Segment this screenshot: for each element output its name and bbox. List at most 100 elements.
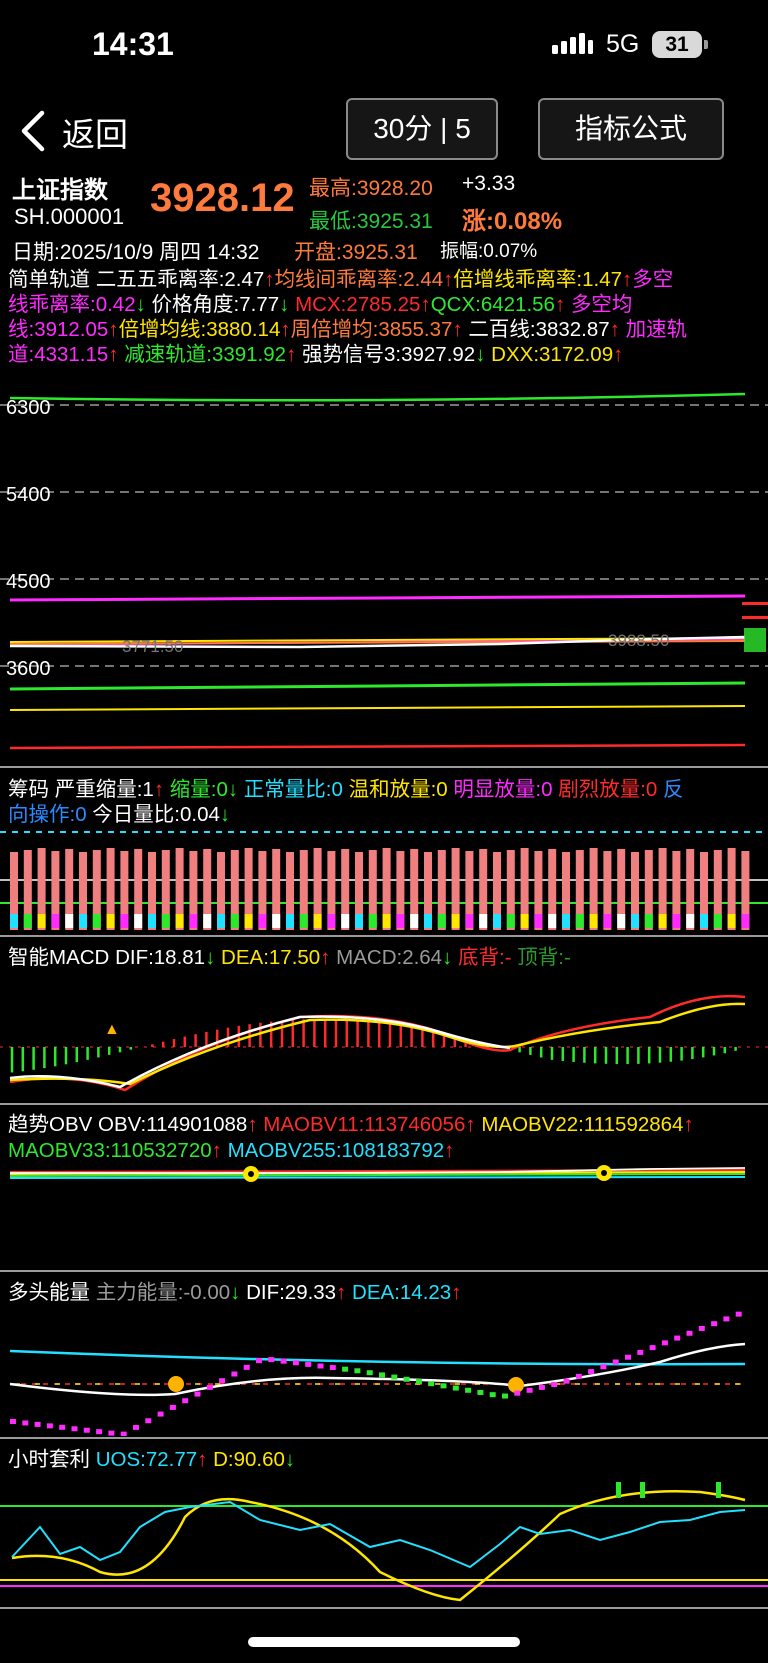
volume-base-mark: [286, 914, 294, 928]
energy-dot: [563, 1378, 570, 1384]
panel-divider: [0, 1103, 768, 1105]
energy-dot: [649, 1345, 656, 1351]
dea-line: [9, 1002, 746, 1086]
legend-item: 线:3912.05: [8, 318, 109, 341]
legend-item: ↓: [230, 1281, 241, 1304]
energy-dot: [674, 1335, 681, 1341]
right-marker: [742, 616, 768, 619]
volume-base-mark: [355, 914, 363, 928]
energy-dot: [514, 1390, 521, 1396]
legend-item: ↑: [451, 1281, 462, 1304]
energy-dot: [637, 1349, 644, 1355]
panel-divider: [0, 766, 768, 768]
legend-item: DEA:17.50: [215, 946, 321, 969]
legend-item: MACD:2.64: [330, 946, 443, 969]
energy-dot: [206, 1384, 213, 1390]
volume-base-mark: [644, 914, 653, 928]
energy-dot: [59, 1424, 66, 1430]
legend-item: MAOBV255:108183792: [221, 1139, 445, 1162]
quote-date: 日期:2025/10/9 周四 14:32: [12, 241, 260, 264]
volume-legend-line-2: 向操作:0 今日量比:0.04↓: [8, 802, 230, 827]
volume-base-mark: [562, 914, 570, 928]
legend-item: ↑: [153, 778, 165, 801]
dxx-line: [9, 705, 746, 711]
energy-dot: [145, 1418, 152, 1424]
legend-item: MCX:2785.25: [289, 293, 421, 316]
stock-name: 上证指数: [12, 177, 108, 204]
energy-dot: [465, 1387, 472, 1393]
volume-base-mark: [341, 914, 350, 928]
volume-base-mark: [51, 914, 60, 928]
energy-dot: [83, 1427, 90, 1433]
sun-icon: [168, 1376, 184, 1392]
main-indicator-line-1: 简单轨道 二五五乖离率:2.47↑均线间乖离率:2.44↑倍增线乖离率:1.47…: [8, 267, 673, 292]
energy-dot: [538, 1384, 545, 1390]
volume-base-mark: [575, 914, 584, 928]
back-chevron-icon[interactable]: [18, 110, 48, 152]
legend-item: 今日量比:0.04: [86, 803, 220, 826]
energy-dot: [133, 1424, 139, 1430]
energy-dot: [108, 1430, 115, 1436]
volume-base-mark: [65, 914, 74, 928]
obv-legend-line-1: 趋势OBV OBV:114901088↑ MAOBV11:113746056↑ …: [8, 1112, 694, 1137]
legend-item: MAOBV11:113746056: [257, 1113, 466, 1136]
period-button[interactable]: 30分 | 5: [346, 98, 498, 160]
legend-item: OBV:114901088: [98, 1113, 248, 1136]
energy-dot: [698, 1325, 705, 1331]
legend-item: DIF:29.33: [240, 1281, 337, 1304]
status-time: 14:31: [92, 26, 174, 62]
energy-dot: [34, 1421, 41, 1427]
mcx-line: [9, 743, 746, 750]
energy-dot: [551, 1382, 558, 1388]
back-button[interactable]: 返回: [62, 108, 128, 156]
volume-chart[interactable]: [0, 828, 768, 934]
obv-chart[interactable]: ★: [0, 1160, 768, 1270]
legend-item: ↑: [264, 268, 275, 291]
energy-dot: [489, 1392, 496, 1398]
signal-bar: [640, 1482, 645, 1498]
volume-base-mark: [713, 914, 722, 928]
arbitrage-chart[interactable]: [0, 1472, 768, 1607]
legend-item: ↑: [622, 268, 633, 291]
volume-base-mark: [230, 914, 239, 928]
legend-item: 智能MACD: [8, 946, 116, 969]
energy-dot: [686, 1330, 693, 1336]
legend-item: 二百线:3832.87: [462, 318, 610, 341]
legend-item: ↑: [286, 343, 297, 366]
y-tick-6300: 6300: [6, 397, 51, 419]
energy-dot: [366, 1370, 373, 1376]
price-label-high: 3988.50: [608, 631, 669, 650]
legend-item: 明显放量:0: [447, 778, 553, 801]
main-price-chart[interactable]: 6300 5400 4500 3600 3771.50 3988.50: [0, 370, 768, 765]
network-label: 5G: [606, 30, 640, 58]
home-indicator[interactable]: [248, 1637, 520, 1647]
formula-button[interactable]: 指标公式: [538, 98, 724, 160]
energy-dot: [219, 1378, 226, 1384]
energy-chart[interactable]: [0, 1306, 768, 1436]
volume-base-mark: [244, 914, 253, 928]
legend-item: DXX:3172.09: [485, 343, 614, 366]
deceleration-track-line: [9, 681, 746, 691]
volume-base-mark: [106, 914, 115, 928]
sun-icon: [508, 1377, 524, 1393]
main-indicator-line-4: 道:4331.15↑ 减速轨道:3391.92↑ 强势信号3:3927.92↓ …: [8, 342, 623, 367]
energy-dot: [612, 1359, 619, 1365]
legend-item: 线乖离率:0.42: [8, 293, 136, 316]
volume-base-mark: [189, 914, 198, 928]
volume-base-mark: [506, 914, 515, 928]
volume-base-mark: [700, 914, 708, 928]
energy-dot: [243, 1364, 250, 1370]
legend-item: ↑: [683, 1113, 694, 1136]
panel-divider: [0, 1607, 768, 1609]
volume-base-mark: [120, 914, 129, 928]
energy-dot: [157, 1411, 164, 1417]
macd-chart[interactable]: ▲: [0, 972, 768, 1102]
volume-base-mark: [382, 914, 391, 928]
legend-item: ↓: [442, 946, 453, 969]
main-indicator-line-3: 线:3912.05↑倍增均线:3880.14↑周倍增均:3855.37↑ 二百线…: [8, 317, 687, 342]
legend-item: 减速轨道:3391.92: [118, 343, 287, 366]
right-marker: [742, 602, 768, 605]
legend-item: DIF:18.81: [115, 946, 206, 969]
bell-icon: ▲: [104, 1021, 120, 1038]
legend-item: 多空: [632, 268, 674, 291]
